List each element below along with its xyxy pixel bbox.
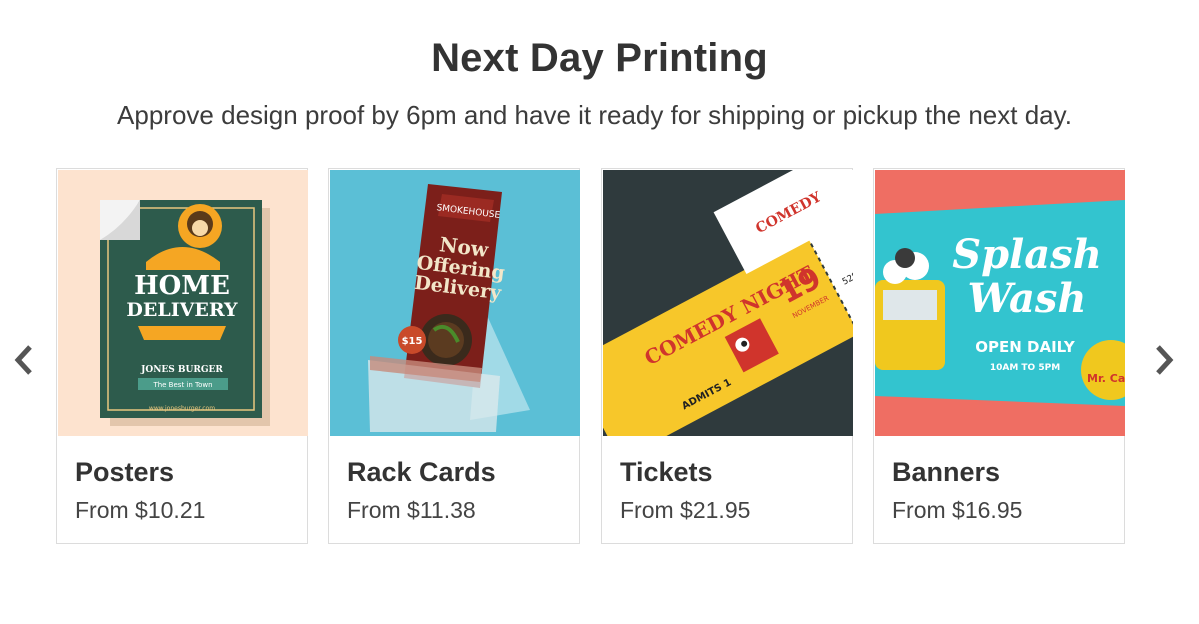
product-name[interactable]: Rack Cards xyxy=(347,457,496,488)
carousel-next-button[interactable] xyxy=(1146,340,1182,380)
product-card-tickets[interactable]: COMEDY NIGHT 19 NOVEMBER ADMITS 1 52876 … xyxy=(601,168,853,544)
poster-heading-1: HOME xyxy=(134,271,230,301)
banner-hours: 10AM TO 5PM xyxy=(990,363,1060,373)
rack-price-tag: $15 xyxy=(402,336,423,347)
banner-tagline: OPEN DAILY xyxy=(975,338,1076,356)
product-name[interactable]: Banners xyxy=(892,457,1000,488)
banner-corner: Mr. Ca xyxy=(1087,372,1125,385)
product-price: From $21.95 xyxy=(620,497,751,523)
product-image-tickets[interactable]: COMEDY NIGHT 19 NOVEMBER ADMITS 1 52876 … xyxy=(603,170,853,436)
product-card-posters[interactable]: HOME DELIVERY JONES BURGER The Best in T… xyxy=(56,168,308,544)
section-subtitle: Approve design proof by 6pm and have it … xyxy=(117,100,1072,130)
product-price: From $10.21 xyxy=(75,497,206,523)
chevron-left-icon xyxy=(14,345,32,375)
section-title: Next Day Printing xyxy=(431,36,768,80)
chevron-right-icon xyxy=(1156,345,1174,375)
banner-line1: Splash xyxy=(952,231,1102,278)
product-card-banners[interactable]: Splash Wash OPEN DAILY 10AM TO 5PM Mr. C… xyxy=(873,168,1125,544)
product-card-rack-cards[interactable]: SMOKEHOUSE Now Offering Delivery $15 Rac… xyxy=(328,168,580,544)
product-price: From $11.38 xyxy=(347,497,476,523)
product-price: From $16.95 xyxy=(892,497,1023,523)
product-name[interactable]: Posters xyxy=(75,457,174,488)
poster-heading-2: DELIVERY xyxy=(126,299,238,321)
poster-ribbon: The Best in Town xyxy=(152,381,212,389)
product-name[interactable]: Tickets xyxy=(620,457,713,488)
product-image-posters[interactable]: HOME DELIVERY JONES BURGER The Best in T… xyxy=(58,170,308,436)
poster-url: www.jonesburger.com xyxy=(149,405,215,412)
banner-line2: Wash xyxy=(968,275,1087,322)
product-image-banners[interactable]: Splash Wash OPEN DAILY 10AM TO 5PM Mr. C… xyxy=(875,170,1125,436)
poster-brand: JONES BURGER xyxy=(140,365,223,375)
product-image-rack-cards[interactable]: SMOKEHOUSE Now Offering Delivery $15 xyxy=(330,170,580,436)
carousel-prev-button[interactable] xyxy=(6,340,42,380)
